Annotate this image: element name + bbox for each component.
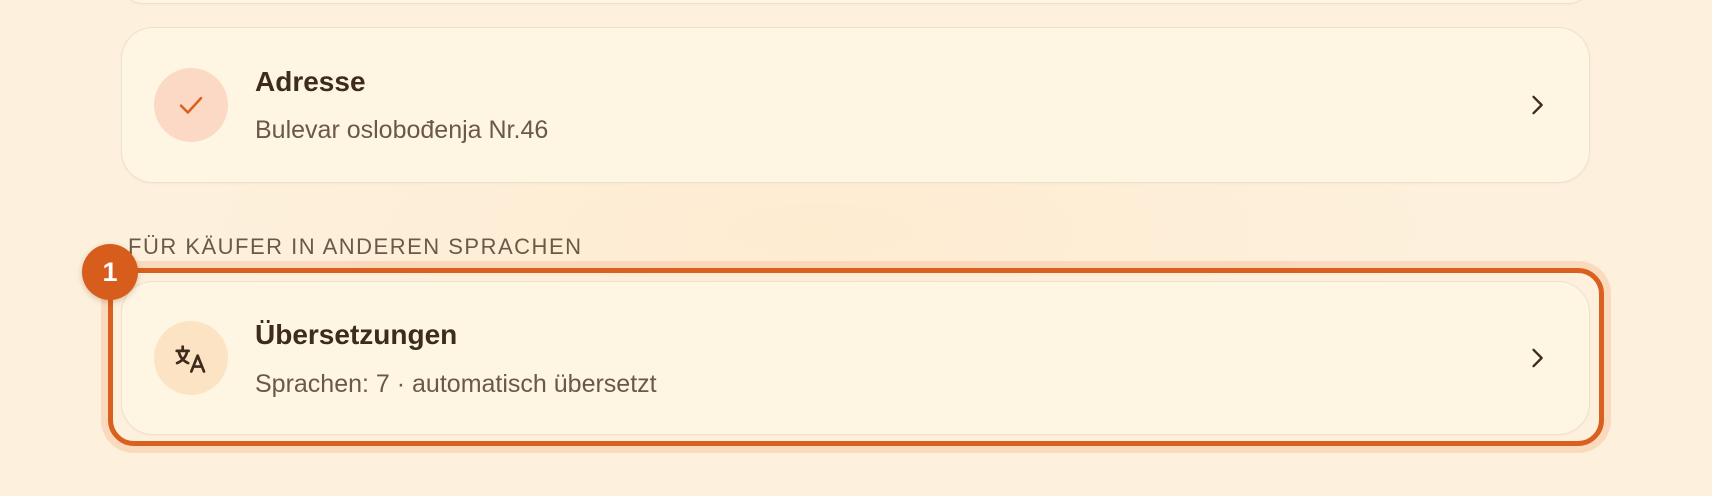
step-badge: 1 — [82, 244, 138, 300]
translations-summary: Sprachen: 7 · automatisch übersetzt — [255, 370, 657, 398]
section-heading-other-languages: FÜR KÄUFER IN ANDEREN SPRACHEN — [128, 234, 583, 259]
check-icon — [179, 96, 203, 114]
address-card[interactable]: Adresse Bulevar oslobođenja Nr.46 — [121, 27, 1590, 183]
address-value: Bulevar oslobođenja Nr.46 — [255, 116, 549, 144]
address-title: Adresse — [255, 66, 366, 97]
translations-card[interactable]: Übersetzungen Sprachen: 7 · automatisch … — [121, 281, 1590, 435]
translate-icon — [175, 345, 206, 373]
address-status-circle — [154, 68, 228, 142]
translations-icon-circle — [154, 321, 228, 395]
chevron-right-icon — [1523, 91, 1551, 119]
chevron-right-icon — [1523, 344, 1551, 372]
previous-card-edge[interactable] — [121, 0, 1590, 4]
translations-title: Übersetzungen — [255, 319, 458, 350]
